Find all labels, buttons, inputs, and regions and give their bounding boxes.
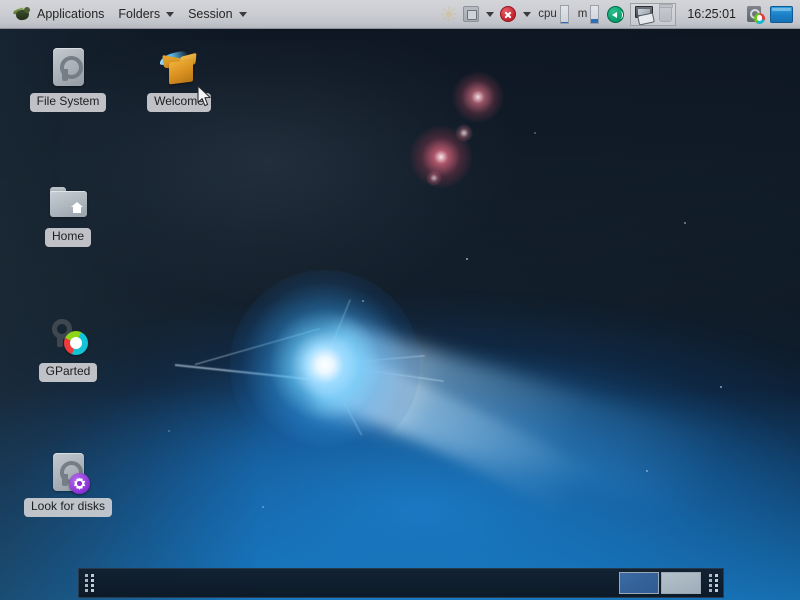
error-dropdown[interactable] [519,11,534,17]
top-panel-left-section: Applications Folders Session [0,3,254,25]
chevron-down-icon [523,11,532,17]
panel-drag-handle-right[interactable] [706,572,720,594]
gparted-launcher-button[interactable] [744,5,767,24]
star-speck [720,386,722,388]
disk-settings-icon [46,451,90,495]
cpu-monitor-label: cpu [538,8,557,20]
star-speck [534,132,536,134]
workspace-switcher[interactable] [617,571,701,595]
memory-graph-icon [590,4,600,24]
desktop-icon-label: GParted [38,363,98,382]
top-panel[interactable]: Applications Folders Session cpu m 16:25… [0,0,800,29]
gear-icon [69,473,90,494]
desktop-icon-label: Welcome [147,93,211,112]
desktop-icon-look-for-disks[interactable]: Look for disks [20,451,116,517]
star-speck [168,430,170,432]
workspace-1-button[interactable] [619,572,659,594]
trash-icon[interactable] [658,4,673,22]
xfce-mouse-logo-icon [12,6,32,22]
gparted-disk-icon [46,316,90,360]
folders-menu-label: Folders [118,7,161,21]
workspace-2-button[interactable] [661,572,701,594]
hard-drive-icon [46,46,90,90]
star-core [230,270,420,460]
chevron-down-icon [166,11,175,17]
session-menu-button[interactable]: Session [181,4,253,24]
memory-monitor-label: m [577,8,588,20]
home-folder-icon [46,181,90,225]
star-speck [684,222,686,224]
volume-tray-button[interactable] [604,5,627,23]
volume-speaker-icon [607,5,625,23]
gparted-disk-icon [747,5,765,24]
desktop-icon-gparted[interactable]: GParted [20,316,116,382]
applications-menu-button[interactable]: Applications [6,3,111,25]
desktop-root[interactable]: Applications Folders Session cpu m 16:25… [0,0,800,600]
panel-drag-handle-left[interactable] [82,572,96,594]
window-launcher-button[interactable] [767,5,796,23]
clock[interactable]: 16:25:01 [679,7,744,21]
cpu-graph-icon [559,4,569,24]
blue-window-icon [770,5,793,23]
brightness-icon [441,6,457,22]
display-settings-icon [463,6,480,22]
chevron-down-icon [486,11,495,17]
system-tray: cpu m 16:25:01 [438,2,800,26]
star-speck [262,506,264,508]
session-menu-label: Session [188,7,233,21]
display-settings-dropdown[interactable] [482,11,497,17]
memory-monitor[interactable]: m [574,4,605,24]
welcome-box-icon [157,46,201,90]
folders-menu-button[interactable]: Folders [111,4,181,24]
desktop-icon-label: File System [29,93,107,112]
chevron-down-icon [238,11,247,17]
desktop-icon-label: Home [44,228,91,247]
error-circle-icon [500,6,517,22]
desktop-icon-home[interactable]: Home [20,181,116,247]
star-speck [646,470,648,472]
display-settings-tray-button[interactable] [460,6,482,22]
cpu-monitor[interactable]: cpu [534,4,574,24]
desktop-icon-file-system[interactable]: File System [20,46,116,112]
window-task-list[interactable] [99,569,617,597]
brightness-tray-button[interactable] [438,6,460,22]
desktop-icon-label: Look for disks [23,498,113,517]
display-capture-icon[interactable] [634,5,656,26]
error-tray-button[interactable] [497,6,519,22]
star-speck [466,258,468,260]
notification-area-box [630,2,677,26]
star-speck [362,300,364,302]
applications-menu-label: Applications [37,7,105,21]
notification-area [627,2,679,26]
bottom-panel[interactable] [78,568,724,598]
desktop-icon-welcome[interactable]: Welcome [131,46,227,112]
